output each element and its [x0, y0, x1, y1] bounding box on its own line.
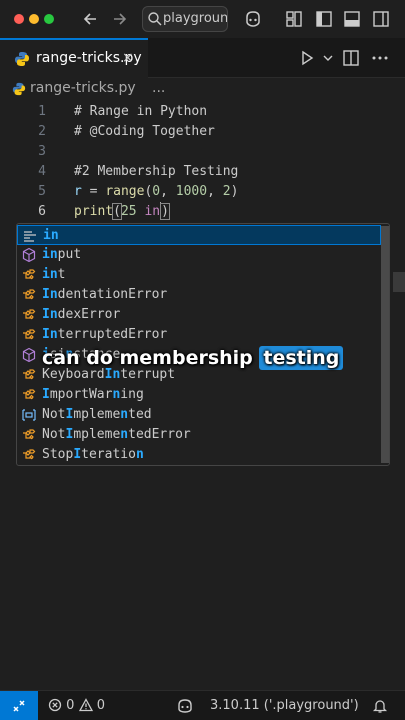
suggestion-label: StopIteration: [42, 447, 144, 462]
code-line: 2 # @Coding Together: [0, 122, 405, 142]
editor-scrollbar[interactable]: [393, 272, 405, 292]
caption-highlight: testing: [259, 346, 344, 370]
suggestion-label: in: [43, 228, 59, 243]
suggestion-item[interactable]: StopIteration: [17, 445, 381, 465]
run-icon[interactable]: [297, 48, 317, 68]
suggestion-item[interactable]: InterruptedError: [17, 325, 381, 345]
code-line: 3: [0, 142, 405, 162]
breadcrumb-file[interactable]: range-tricks.py: [30, 80, 136, 96]
suggestion-item[interactable]: IndexError: [17, 305, 381, 325]
minimize-window-button[interactable]: [29, 14, 39, 24]
close-tab-icon[interactable]: ×: [122, 50, 134, 66]
python-file-icon: [15, 52, 29, 66]
function-kind-icon: [21, 247, 37, 263]
class-kind-icon: [21, 267, 37, 283]
problems-indicator[interactable]: 0 0: [48, 691, 105, 720]
line-number: 5: [38, 184, 46, 199]
line-number: 6: [38, 204, 46, 219]
code-text: #2 Membership Testing: [74, 164, 239, 179]
suggestion-label: NotImplementedError: [42, 427, 191, 442]
tab-range-tricks[interactable]: range-tricks.py ×: [0, 38, 148, 78]
line-number: 1: [38, 104, 46, 119]
suggestion-label: input: [42, 247, 82, 262]
search-text: playground: [163, 11, 228, 26]
class-kind-icon: [21, 307, 37, 323]
line-number: 3: [38, 144, 46, 159]
code-line: 1 # Range in Python: [0, 102, 405, 122]
panel-toggle-icon[interactable]: [341, 8, 363, 30]
suggestion-item[interactable]: NotImplemented: [17, 405, 381, 425]
code-text: # Range in Python: [74, 104, 208, 119]
command-center-search[interactable]: playground: [142, 6, 228, 32]
layout-icon[interactable]: [283, 8, 305, 30]
warning-icon: [78, 698, 93, 712]
notifications-bell-icon[interactable]: [372, 698, 388, 714]
warning-count: 0: [96, 698, 105, 713]
suggestion-item[interactable]: in: [17, 225, 381, 245]
variable-kind-icon: [21, 407, 37, 423]
split-editor-icon[interactable]: [341, 48, 361, 68]
python-file-icon: [12, 82, 26, 96]
remote-icon: [13, 700, 25, 712]
code-text: print(25 in): [74, 202, 170, 220]
error-count: 0: [66, 698, 75, 713]
class-kind-icon: [21, 367, 37, 383]
code-line: 5 r = range(0, 1000, 2): [0, 182, 405, 202]
line-number: 2: [38, 124, 46, 139]
run-options-chevron-down-icon[interactable]: [318, 48, 333, 68]
caption-text: can do membership: [42, 347, 260, 369]
secondary-sidebar-toggle-icon[interactable]: [370, 8, 392, 30]
keyword-kind-icon: [22, 228, 38, 244]
close-window-button[interactable]: [14, 14, 24, 24]
tab-bar: range-tricks.py ×: [0, 38, 405, 78]
suggestion-item[interactable]: ImportWarning: [17, 385, 381, 405]
function-kind-icon: [21, 347, 37, 363]
suggestions-scrollbar[interactable]: [381, 226, 389, 463]
class-kind-icon: [21, 327, 37, 343]
error-icon: [48, 698, 62, 712]
forward-arrow-icon[interactable]: [108, 8, 130, 30]
zoom-window-button[interactable]: [44, 14, 54, 24]
more-actions-icon[interactable]: [370, 48, 390, 68]
status-bar: 0 0 3.10.11 ('.playground'): [0, 690, 405, 720]
sidebar-toggle-icon[interactable]: [313, 8, 335, 30]
video-caption: can do membership testing: [42, 343, 344, 373]
suggestion-label: IndexError: [42, 307, 121, 322]
suggestion-label: ImportWarning: [42, 387, 144, 402]
class-kind-icon: [21, 287, 37, 303]
remote-indicator-button[interactable]: [0, 691, 38, 720]
title-bar: playground: [0, 0, 405, 38]
suggestion-label: int: [42, 267, 66, 282]
search-icon: [148, 12, 162, 26]
code-text: r = range(0, 1000, 2): [74, 184, 239, 199]
suggestion-item[interactable]: input: [17, 245, 381, 265]
code-line: 4 #2 Membership Testing: [0, 162, 405, 182]
suggestion-item[interactable]: IndentationError: [17, 285, 381, 305]
copilot-icon[interactable]: [242, 8, 264, 30]
breadcrumb-more[interactable]: ...: [152, 80, 165, 96]
class-kind-icon: [21, 447, 37, 463]
suggestion-item[interactable]: NotImplementedError: [17, 425, 381, 445]
class-kind-icon: [21, 387, 37, 403]
line-number: 4: [38, 164, 46, 179]
code-line-active: 6 print(25 in): [0, 202, 405, 222]
suggestion-item[interactable]: int: [17, 265, 381, 285]
code-text: # @Coding Together: [74, 124, 215, 139]
breadcrumb: range-tricks.py ...: [0, 78, 405, 100]
suggestion-label: InterruptedError: [42, 327, 168, 342]
back-arrow-icon[interactable]: [80, 8, 102, 30]
suggestion-label: NotImplemented: [42, 407, 152, 422]
python-interpreter-selector[interactable]: 3.10.11 ('.playground'): [210, 691, 359, 720]
copilot-status-icon[interactable]: [176, 698, 194, 714]
class-kind-icon: [21, 427, 37, 443]
suggestion-label: IndentationError: [42, 287, 168, 302]
